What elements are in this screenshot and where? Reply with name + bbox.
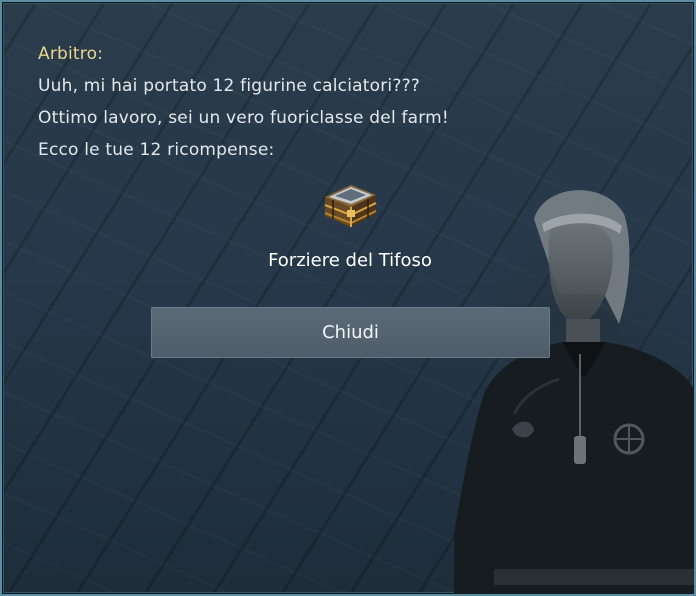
dialog-line-1: Uuh, mi hai portato 12 figurine calciato… — [38, 76, 421, 96]
reward-item-name: Forziere del Tifoso — [268, 250, 432, 271]
dialog-line-2: Ottimo lavoro, sei un vero fuoriclasse d… — [38, 108, 449, 128]
referee-npc-portrait — [454, 190, 694, 594]
npc-dialog-window: Arbitro: Uuh, mi hai portato 12 figurine… — [0, 0, 696, 596]
close-button[interactable]: Chiudi — [151, 307, 550, 358]
dialog-line-3: Ecco le tue 12 ricompense: — [38, 140, 275, 160]
speaker-name: Arbitro: — [38, 44, 104, 64]
treasure-chest-icon[interactable] — [321, 183, 379, 229]
